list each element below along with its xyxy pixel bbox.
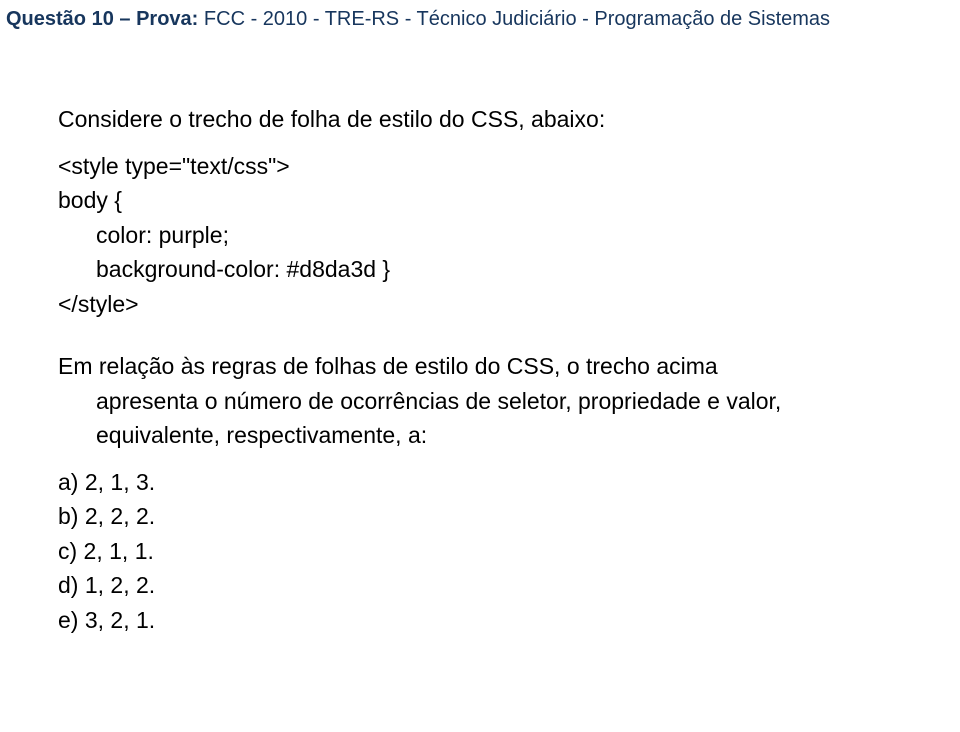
prova-description: FCC - 2010 - TRE-RS - Técnico Judiciário… bbox=[204, 8, 830, 30]
code-line-5: </style> bbox=[58, 287, 940, 322]
separator-1: – bbox=[119, 8, 130, 30]
intro-text: Considere o trecho de folha de estilo do… bbox=[58, 102, 940, 137]
code-block: <style type="text/css"> body { color: pu… bbox=[58, 149, 940, 322]
question-line-3: equivalente, respectivamente, a: bbox=[58, 418, 838, 453]
header-text: Questão 10 – Prova: FCC - 2010 - TRE-RS … bbox=[6, 6, 940, 32]
question-line-2: apresenta o número de ocorrências de sel… bbox=[58, 384, 838, 419]
question-header: Questão 10 – Prova: FCC - 2010 - TRE-RS … bbox=[6, 6, 940, 32]
option-e: e) 3, 2, 1. bbox=[58, 603, 940, 638]
question-content: Considere o trecho de folha de estilo do… bbox=[6, 102, 940, 637]
question-text: Em relação às regras de folhas de estilo… bbox=[58, 349, 838, 453]
questao-label: Questão bbox=[6, 8, 86, 30]
option-d: d) 1, 2, 2. bbox=[58, 568, 940, 603]
code-line-3: color: purple; bbox=[58, 218, 940, 253]
option-c: c) 2, 1, 1. bbox=[58, 534, 940, 569]
prova-label: Prova: bbox=[136, 8, 198, 30]
code-line-1: <style type="text/css"> bbox=[58, 149, 940, 184]
option-a: a) 2, 1, 3. bbox=[58, 465, 940, 500]
question-line-1: Em relação às regras de folhas de estilo… bbox=[58, 349, 838, 384]
option-b: b) 2, 2, 2. bbox=[58, 499, 940, 534]
code-line-2: body { bbox=[58, 183, 940, 218]
questao-number: 10 bbox=[92, 8, 114, 30]
code-line-4: background-color: #d8da3d } bbox=[58, 252, 940, 287]
options-list: a) 2, 1, 3. b) 2, 2, 2. c) 2, 1, 1. d) 1… bbox=[58, 465, 940, 638]
